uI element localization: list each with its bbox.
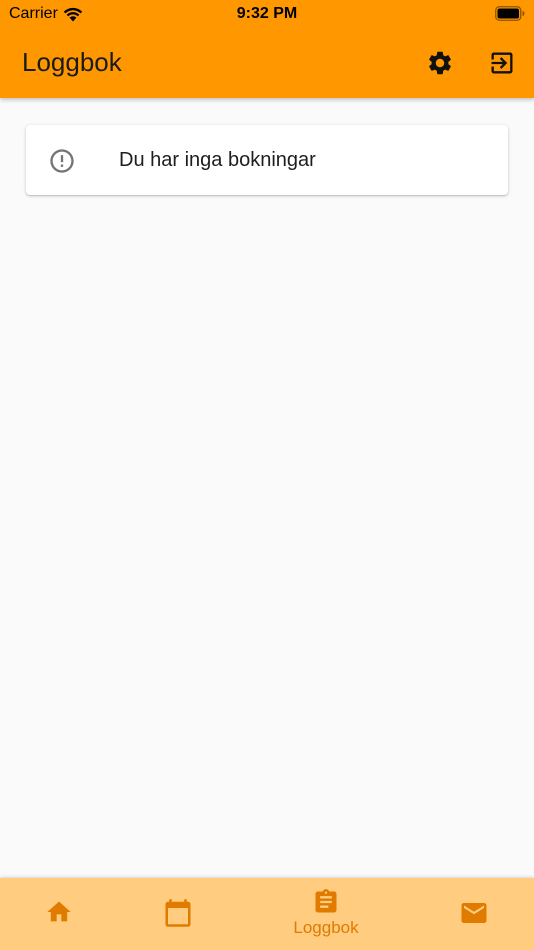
empty-state-message: Du har inga bokningar (119, 149, 316, 171)
page-title: Loggbok (22, 47, 122, 77)
main-content: Du har inga bokningar (0, 98, 534, 878)
nav-item-home[interactable] (29, 878, 89, 950)
nav-item-calendar[interactable] (148, 878, 208, 950)
clipboard-icon (315, 889, 337, 913)
battery-icon (495, 6, 525, 21)
status-bar: Carrier 9:32 PM (0, 0, 534, 28)
app-header: Carrier 9:32 PM Loggbok (0, 0, 534, 98)
status-time: 9:32 PM (236, 5, 298, 22)
gear-icon (429, 51, 451, 75)
home-icon (47, 901, 71, 922)
logout-icon (491, 52, 513, 74)
nav-item-mail[interactable] (444, 878, 504, 950)
info-circle-icon (48, 147, 76, 175)
bottom-navigation: Loggbok (0, 878, 534, 950)
settings-button[interactable] (421, 44, 459, 82)
nav-item-loggbok[interactable]: Loggbok (270, 878, 382, 950)
empty-state-card: Du har inga bokningar (26, 125, 508, 195)
mail-icon (461, 903, 487, 923)
calendar-icon (165, 899, 191, 927)
logout-button[interactable] (483, 44, 521, 82)
nav-label-loggbok: Loggbok (293, 918, 359, 937)
